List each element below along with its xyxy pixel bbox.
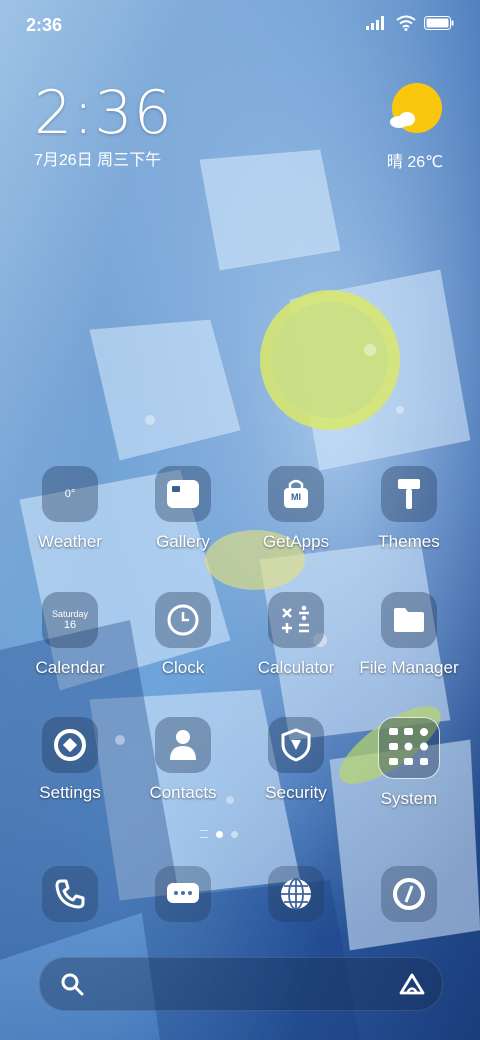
calculator-icon: [268, 592, 324, 648]
clock-widget-time[interactable]: 2:36: [34, 78, 173, 148]
app-system-folder[interactable]: System: [353, 717, 465, 809]
security-icon: [268, 717, 324, 773]
browser-icon: [281, 878, 311, 910]
app-label: Settings: [39, 783, 101, 802]
themes-icon: [381, 466, 437, 522]
weather-text: 晴 26℃: [386, 154, 444, 171]
wifi-icon: [396, 15, 416, 31]
getapps-icon: MI: [268, 466, 324, 522]
app-weather[interactable]: 0° Weather: [14, 466, 126, 552]
phone-icon: [55, 879, 85, 909]
app-calendar[interactable]: Saturday 16 Calendar: [14, 592, 126, 678]
app-settings[interactable]: Settings: [14, 717, 126, 803]
dock-messages[interactable]: [155, 866, 211, 922]
clock-widget-date[interactable]: 7月26日 周三下午: [34, 146, 161, 170]
app-themes[interactable]: Themes: [353, 466, 465, 552]
settings-icon: [42, 717, 98, 773]
app-contacts[interactable]: Contacts: [127, 717, 239, 803]
clock-icon: [155, 592, 211, 648]
status-bar-icons: [366, 15, 454, 31]
app-label: System: [380, 789, 438, 808]
app-label: Security: [265, 783, 327, 802]
app-label: File Manager: [359, 658, 459, 677]
weather-icon: 0°: [42, 466, 98, 522]
calendar-icon-day: Saturday: [51, 609, 89, 619]
getapps-icon-text: MI: [291, 492, 301, 502]
calendar-icon: Saturday 16: [42, 592, 98, 648]
dock-browser[interactable]: [268, 866, 324, 922]
app-getapps[interactable]: MI GetApps: [240, 466, 352, 552]
messages-icon: [167, 883, 199, 903]
app-file-manager[interactable]: File Manager: [353, 592, 465, 678]
gallery-icon: [155, 466, 211, 522]
app-label: Weather: [38, 532, 102, 551]
signal-icon: [366, 16, 384, 30]
status-bar-time: 2:36: [26, 15, 63, 35]
app-label: Calendar: [35, 658, 105, 677]
camera-icon: [393, 878, 425, 910]
battery-icon: [424, 16, 454, 30]
sun-cloud-icon: [390, 83, 442, 133]
app-label: Calculator: [257, 658, 335, 677]
app-label: Gallery: [156, 532, 210, 551]
system-folder-icon: [378, 717, 440, 779]
weather-widget[interactable]: 晴 26℃: [380, 82, 450, 172]
app-security[interactable]: Security: [240, 717, 352, 803]
app-clock[interactable]: Clock: [127, 592, 239, 678]
weather-icon-text: 0°: [64, 488, 76, 500]
folder-icon: [381, 592, 437, 648]
app-label: Clock: [161, 658, 205, 677]
app-label: Contacts: [149, 783, 217, 802]
page-indicator[interactable]: [200, 830, 238, 838]
search-bar[interactable]: [39, 957, 443, 1011]
dock-camera[interactable]: [381, 866, 437, 922]
app-label: GetApps: [262, 532, 330, 551]
app-label: Themes: [378, 532, 440, 551]
contacts-icon: [155, 717, 211, 773]
dock-phone[interactable]: [42, 866, 98, 922]
app-calculator[interactable]: Calculator: [240, 592, 352, 678]
assistant-icon[interactable]: [398, 972, 426, 996]
calendar-icon-date: 16: [63, 619, 77, 631]
page-dot: [231, 830, 238, 838]
page-dot-active: [216, 830, 223, 838]
page-indicator-lines-icon: [200, 830, 208, 838]
search-icon[interactable]: [60, 972, 84, 996]
app-gallery[interactable]: Gallery: [127, 466, 239, 552]
